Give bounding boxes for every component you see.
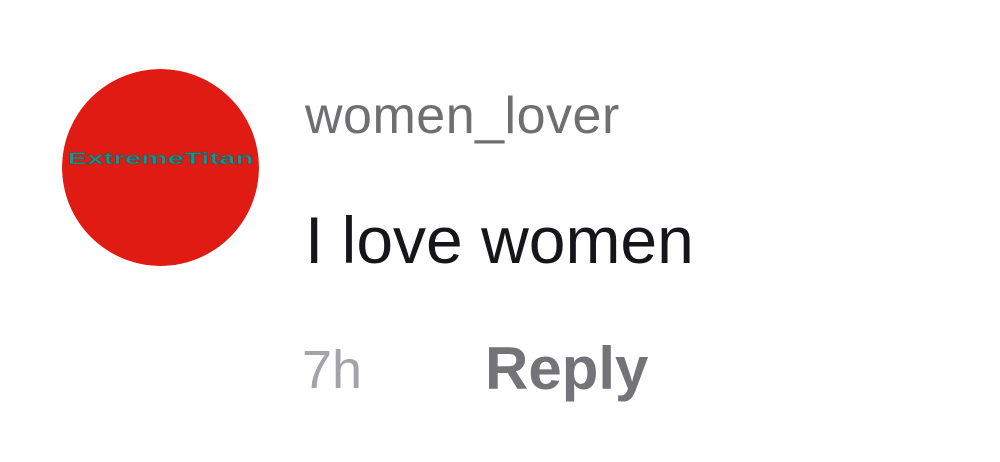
- avatar-logo-text: ExtremeTitan: [68, 149, 254, 168]
- comment-item: ExtremeTitan women_lover I love women 7h…: [0, 0, 1000, 462]
- avatar-logo: ExtremeTitan: [62, 69, 259, 266]
- timestamp: 7h: [302, 340, 363, 400]
- avatar[interactable]: ExtremeTitan: [62, 69, 259, 266]
- comment-text: I love women: [305, 203, 694, 277]
- username[interactable]: women_lover: [305, 84, 620, 148]
- reply-button[interactable]: Reply: [485, 332, 648, 406]
